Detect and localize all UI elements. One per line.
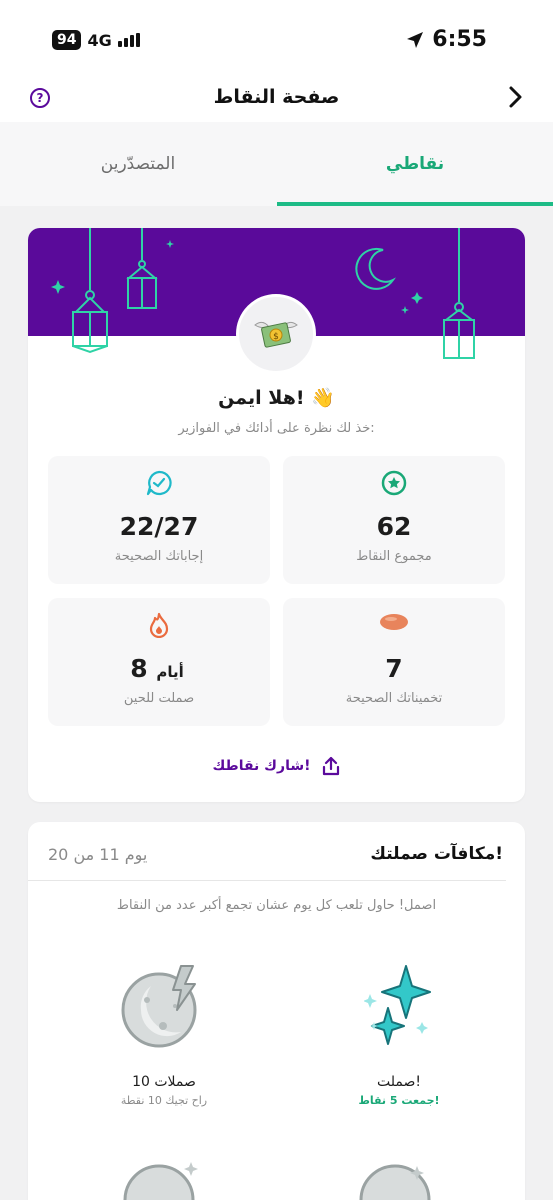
reward-item-locked [64,1156,264,1200]
avatar: $ [236,294,316,374]
stat-value: 22/27 [119,512,199,541]
points-summary-card: $ هلا ايمن! 👋 خذ لك نظرة على أدائك في ال… [28,228,525,802]
share-label: شارك نقاطك! [212,758,311,774]
stat-label: تخميناتك الصحيحة [345,691,443,706]
star-badge-icon [381,470,407,496]
stat-total-points: 62 مجموع النقاط [283,456,505,584]
greeting: هلا ايمن! 👋 [218,387,335,409]
app-header: ? صفحة النقاط [0,80,553,122]
tab-leaderboard[interactable]: المتصدّرين [0,154,276,174]
tab-bar: نقاطي المتصدّرين [0,122,553,206]
stat-correct-guesses: 7 تخميناتك الصحيحة [283,598,505,726]
stat-streak: 8 أيام صملت للحين [48,598,270,726]
status-bar: 94 4G 6:55 [0,0,553,80]
tab-my-points[interactable]: نقاطي [277,154,553,174]
stat-value: 7 [385,654,403,683]
reward-status: راح تجيك 10 نقطة [120,1094,208,1107]
share-icon [322,756,339,776]
reward-item-locked [299,1156,499,1200]
status-time-group: 6:55 [406,27,487,52]
streak-rewards-card: مكافآت صملتك! يوم 11 من 20 اصمل! حاول تل… [28,822,525,1200]
network-type: 4G [87,30,112,50]
greeting-subtitle: خذ لك نظرة على أدائك في الفوازير: [178,421,375,436]
stat-label: إجاباتك الصحيحة [114,549,204,564]
reward-name: صملت! [377,1074,421,1090]
reward-item: 10 صملات راح تجيك 10 نقطة [64,962,264,1107]
svg-text:$: $ [273,332,279,342]
money-wings-icon: $ [254,321,298,348]
share-points-button[interactable]: شارك نقاطك! [28,756,525,776]
sparkles-icon [364,965,431,1045]
chat-check-icon [146,470,172,496]
location-arrow-icon [407,31,424,48]
stat-value: 62 [376,512,412,541]
stat-correct-answers: 22/27 إجاباتك الصحيحة [48,456,270,584]
section-title: مكافآت صملتك! [370,844,503,864]
stat-value: 8 أيام [48,654,270,683]
section-subtitle: اصمل! حاول تلعب كل يوم عشان تجمع أكبر عد… [116,898,437,913]
stat-label: مجموع النقاط [356,549,432,564]
signal-icon [117,33,140,47]
back-chevron-icon[interactable] [505,84,525,110]
page-title: صفحة النقاط [213,86,340,108]
moon-locked-icon [123,1162,198,1200]
status-time: 6:55 [432,27,487,52]
stat-value-number: 8 [130,654,148,683]
stat-unit: أيام [156,663,184,681]
active-tab-indicator [277,202,553,206]
battery-level: 94 [52,30,82,50]
moon-locked-icon [359,1164,431,1200]
moon-lightning-icon [121,965,197,1048]
day-progress: يوم 11 من 20 [48,845,148,864]
flame-icon [149,612,169,638]
divider [28,880,506,881]
reward-name: 10 صملات [132,1074,196,1090]
reward-status: جمعت 5 نقاط! [358,1094,440,1107]
reward-item: صملت! جمعت 5 نقاط! [299,962,499,1107]
status-indicators: 94 4G [52,30,140,50]
stat-label: صملت للحين [123,691,195,706]
date-icon [380,614,408,630]
